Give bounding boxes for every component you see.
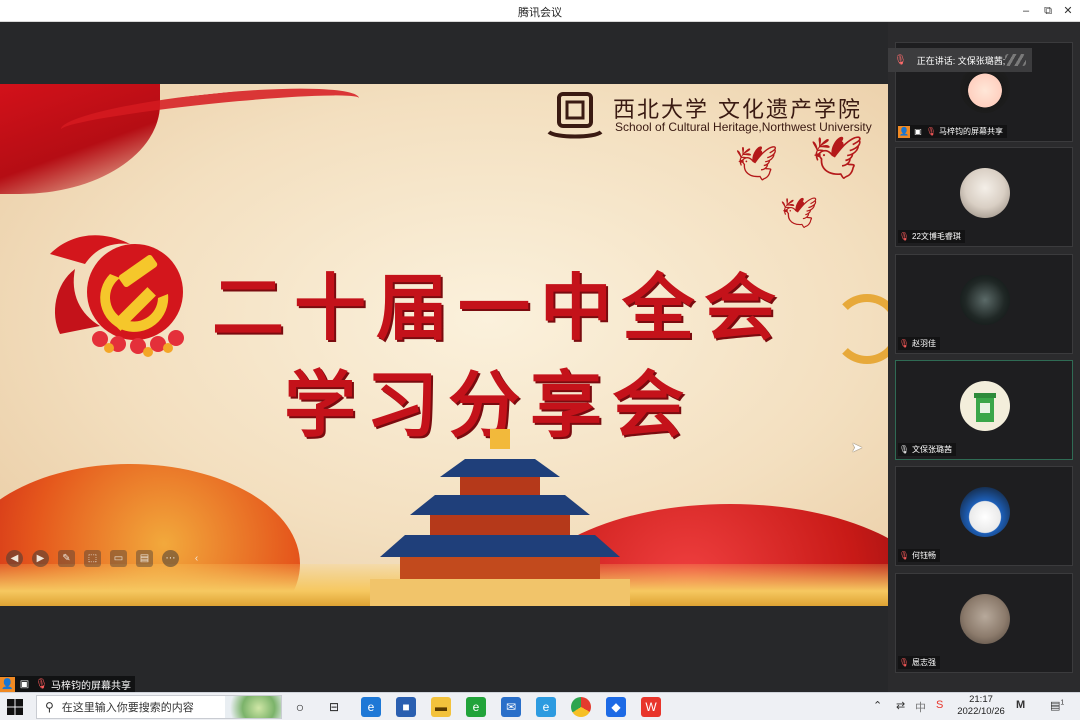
- speaking-label: 正在讲话: 文保张璐茜;: [916, 55, 1006, 66]
- windows-start-icon[interactable]: [6, 698, 24, 716]
- participant-label: 🎙 何钰畅: [898, 549, 940, 562]
- participant-name: 马梓钧的屏幕共享: [939, 127, 1003, 136]
- input-method-icon[interactable]: M: [1016, 699, 1025, 711]
- participant-tile[interactable]: 🎙 扈志强: [895, 573, 1073, 673]
- screen-share-icon: ▣: [19, 678, 30, 690]
- cat-photo-avatar: [960, 168, 1010, 218]
- wps-office-icon[interactable]: W: [641, 697, 661, 717]
- participant-label: 👤 ▣ 🎙 马梓钧的屏幕共享: [898, 125, 1007, 138]
- anime-girl-avatar: [960, 487, 1010, 537]
- mic-icon: 🎙: [894, 54, 907, 66]
- speaking-indicator: 🎙 正在讲话: 文保张璐茜;: [888, 48, 1032, 72]
- mic-muted-icon: 🎙: [898, 338, 910, 348]
- notification-count: 1: [1060, 699, 1065, 707]
- close-button[interactable]: ✕: [1055, 0, 1080, 22]
- search-highlight-image: [225, 696, 281, 718]
- dove-icon: 🕊: [780, 197, 819, 230]
- mic-muted-icon: 🎙: [898, 231, 910, 241]
- next-icon[interactable]: ▶: [32, 549, 49, 567]
- mail-icon[interactable]: ✉: [501, 697, 521, 717]
- select-icon[interactable]: ⬚: [84, 549, 101, 567]
- participant-name: 扈志强: [912, 658, 936, 667]
- chrome-icon[interactable]: [571, 697, 591, 717]
- trash-bin-icon: [974, 393, 996, 422]
- screen-share-icon: ▣: [914, 126, 922, 136]
- clock-time: 21:17: [969, 694, 993, 705]
- system-clock[interactable]: 21:17 2022/10/26: [952, 694, 1010, 718]
- mic-muted-icon: 🎙: [35, 678, 48, 690]
- show-hidden-icons[interactable]: ⌃: [873, 699, 882, 712]
- host-icon: 👤: [0, 676, 15, 692]
- trash-bin-avatar: [960, 381, 1010, 431]
- notification-center-icon[interactable]: ▤1: [1050, 699, 1064, 712]
- participant-tile-active[interactable]: 🎙 文保张璐茜: [895, 360, 1073, 460]
- slide-title-line1: 二十届一中全会: [211, 265, 786, 350]
- audio-wave-icon: [1005, 54, 1026, 66]
- taskbar-search-input[interactable]: ⚲ 在这里输入你要搜索的内容: [36, 695, 282, 719]
- search-placeholder: 在这里输入你要搜索的内容: [61, 702, 194, 714]
- participant-label: 🎙 扈志强: [898, 656, 940, 669]
- mic-muted-icon: 🎙: [925, 126, 937, 136]
- ie-browser-icon[interactable]: e: [466, 697, 486, 717]
- more-icon[interactable]: ⋯: [162, 549, 179, 567]
- task-view-icon[interactable]: ⊟: [324, 697, 344, 717]
- participant-label: 🎙 文保张璐茜: [898, 443, 956, 456]
- window-title: 腾讯会议: [518, 7, 562, 19]
- participant-name: 22文博毛睿琪: [912, 232, 961, 241]
- temple-of-heaven-icon: [370, 429, 630, 606]
- university-logo-icon: [547, 92, 603, 139]
- slide-controls: ◀ ▶ ✎ ⬚ ▭ ▤ ⋯ ‹: [6, 546, 205, 570]
- host-icon: 👤: [898, 125, 910, 138]
- participant-label: 🎙 22文博毛睿琪: [898, 230, 965, 243]
- presenter-name: 马梓钧的屏幕共享: [51, 680, 131, 692]
- cortana-icon[interactable]: ○: [290, 697, 310, 717]
- participant-label: 🎙 赵羽佳: [898, 337, 940, 350]
- school-name-en: School of Cultural Heritage,Northwest Un…: [615, 120, 872, 134]
- mic-muted-icon: 🎙: [898, 550, 910, 560]
- file-explorer-icon[interactable]: ▬: [431, 697, 451, 717]
- participant-tile[interactable]: 🎙 22文博毛睿琪: [895, 147, 1073, 247]
- search-icon: ⚲: [45, 700, 54, 714]
- ie-legacy-icon[interactable]: e: [536, 697, 556, 717]
- night-scene-avatar: [960, 275, 1010, 325]
- mic-muted-icon: 🎙: [898, 657, 910, 667]
- presenter-tag: 👤 ▣ 🎙 马梓钧的屏幕共享: [0, 676, 135, 692]
- comment-icon[interactable]: ▤: [136, 549, 153, 567]
- mic-on-icon: 🎙: [898, 444, 910, 454]
- collapse-icon[interactable]: ‹: [188, 550, 205, 567]
- tencent-meeting-icon[interactable]: ◆: [606, 697, 626, 717]
- mouse-cursor-icon: ➤: [851, 439, 863, 455]
- edge-browser-icon[interactable]: e: [361, 697, 381, 717]
- dove-icon: 🕊: [735, 145, 779, 183]
- clock-date: 2022/10/26: [957, 706, 1005, 717]
- window-titlebar: 腾讯会议 – ⧉ ✕: [0, 0, 1080, 22]
- participant-name: 赵羽佳: [912, 339, 936, 348]
- participant-name: 何钰畅: [912, 551, 936, 560]
- sogou-ime-icon[interactable]: S: [936, 699, 943, 711]
- dove-icon: 🕊: [810, 134, 864, 181]
- app-store-icon[interactable]: ■: [396, 697, 416, 717]
- participant-tile[interactable]: 🎙 何钰畅: [895, 466, 1073, 566]
- participant-name: 文保张璐茜: [912, 445, 952, 454]
- windows-taskbar: ⚲ 在这里输入你要搜索的内容 ○ ⊟ e ■ ▬ e ✉ e ◆ W ⌃ ⇄ 中…: [0, 692, 1080, 720]
- ime-indicator[interactable]: 中: [915, 699, 926, 715]
- prev-icon[interactable]: ◀: [6, 549, 23, 567]
- notification-icon: ▤: [1050, 700, 1061, 712]
- participant-tile[interactable]: 🎙 赵羽佳: [895, 254, 1073, 354]
- shared-slide: 🕊 🕊 🕊 西北大学 文化遗产学院 School of Cultural Her…: [0, 84, 888, 606]
- screen-icon[interactable]: ▭: [110, 549, 127, 567]
- network-icon[interactable]: ⇄: [896, 699, 905, 712]
- pen-icon[interactable]: ✎: [58, 549, 75, 567]
- person-photo-avatar: [960, 594, 1010, 644]
